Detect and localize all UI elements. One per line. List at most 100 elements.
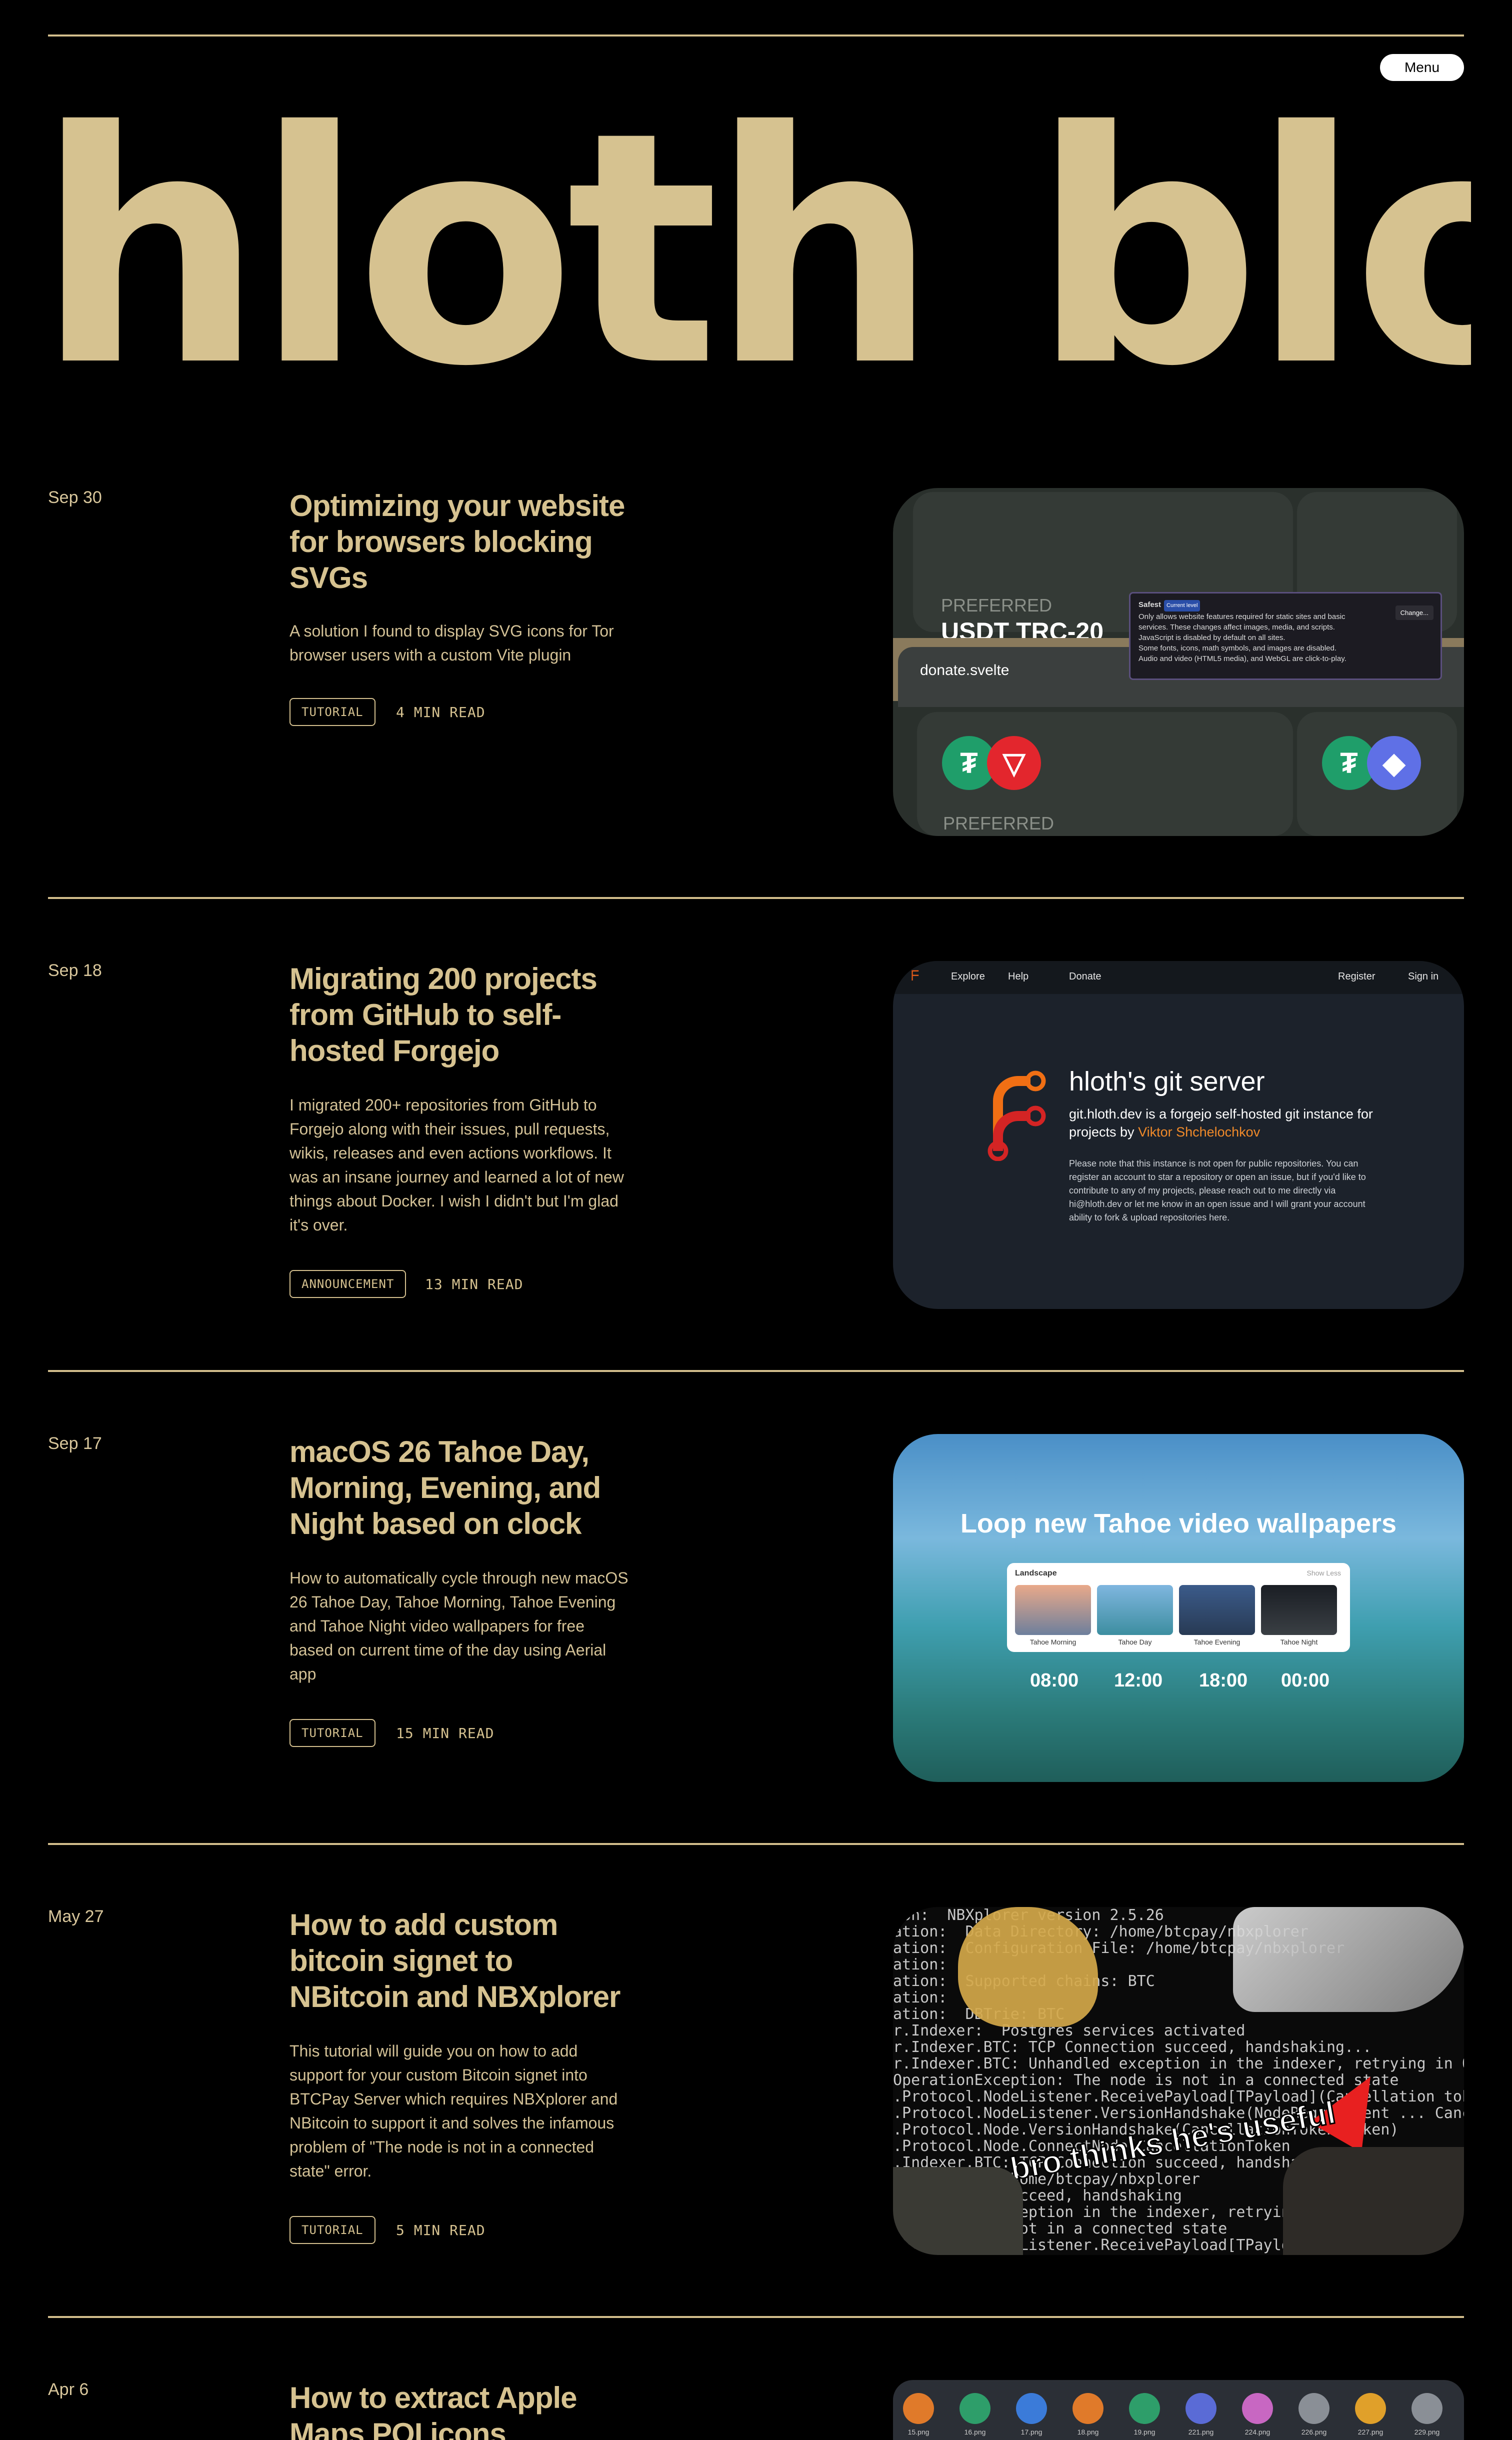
popup-title: Safest: [1138, 600, 1162, 609]
post-thumbnail[interactable]: ion: NBXplorer version 2.5.26 ation: Dat…: [893, 1907, 1464, 2255]
post-title[interactable]: How to add custom bitcoin signet to NBit…: [290, 1907, 630, 2015]
post-description: A solution I found to display SVG icons …: [290, 622, 614, 664]
wallpaper-heading: Loop new Tahoe video wallpapers: [960, 1508, 1397, 1538]
poi-caption: 18.png: [1077, 2428, 1099, 2436]
post-read-time: 5 MIN READ: [396, 2222, 486, 2238]
post-title[interactable]: macOS 26 Tahoe Day, Morning, Evening, an…: [290, 1434, 630, 1542]
poi-icon: [1129, 2393, 1160, 2424]
poi-caption: 15.png: [908, 2428, 930, 2436]
poi-icon: [1016, 2393, 1047, 2424]
wallpaper-tile: [1179, 1585, 1255, 1635]
poi-icon: [1298, 2393, 1330, 2424]
nav-register: Register: [1338, 971, 1376, 982]
post-tag[interactable]: TUTORIAL: [290, 1719, 376, 1747]
post-read-time: 15 MIN READ: [396, 1724, 494, 1742]
poi-icon: [1412, 2393, 1442, 2424]
post-thumbnail[interactable]: 15.png 16.png 17.png 18.png 19.png 221.png 224…: [893, 2380, 1464, 2440]
site-title[interactable]: hloth blog: [36, 75, 1471, 425]
post-card[interactable]: Apr 6 How to extract Apple Maps POI icon…: [0, 2380, 1512, 2440]
author-link: Viktor Shchelochkov: [1138, 1124, 1260, 1140]
poi-caption: 229.png: [1414, 2428, 1440, 2436]
post-title[interactable]: Optimizing your website for browsers blo…: [290, 488, 630, 596]
popup-item: JavaScript is disabled by default on all…: [1138, 634, 1286, 642]
rifle-image: [1283, 2147, 1464, 2255]
popup-item: Some fonts, icons, math symbols, and ima…: [1138, 644, 1337, 652]
nav-donate: Donate: [1069, 971, 1102, 982]
git-server-heading: hloth's git server: [1069, 1066, 1265, 1096]
git-server-note: Please note that this instance is not op…: [1069, 1158, 1366, 1222]
forgejo-logo-icon: ᖴ: [911, 968, 920, 984]
wallpaper-tile: [1261, 1585, 1337, 1635]
post-divider: [48, 897, 1464, 899]
post-description: How to automatically cycle through new m…: [290, 1569, 628, 1683]
poi-icon: [1186, 2393, 1216, 2424]
post-tag[interactable]: ANNOUNCEMENT: [290, 1270, 406, 1298]
tron-icon: ▽: [987, 736, 1041, 790]
tile-caption: Tahoe Morning: [1030, 1638, 1076, 1646]
popup-item: Audio and video (HTML5 media), and WebGL…: [1138, 654, 1346, 663]
forgejo-logo-icon: [988, 1070, 1046, 1161]
poi-caption: 17.png: [1020, 2428, 1042, 2436]
post-title[interactable]: Migrating 200 projects from GitHub to se…: [290, 961, 630, 1069]
post-read-time: 13 MIN READ: [425, 1276, 524, 1292]
editor-file-name: donate.svelte: [920, 662, 1010, 678]
post-divider: [48, 1370, 1464, 1372]
poi-icon: [903, 2393, 934, 2424]
poi-caption: 226.png: [1301, 2428, 1327, 2436]
post-card[interactable]: Sep 17 macOS 26 Tahoe Day, Morning, Even…: [0, 1434, 1512, 1854]
nav-explore: Explore: [951, 971, 985, 982]
meme-character-image: [1233, 1907, 1464, 2012]
rifle-image: [893, 2167, 1023, 2255]
post-card[interactable]: May 27 How to add custom bitcoin signet …: [0, 1907, 1512, 2327]
tile-caption: Tahoe Night: [1280, 1638, 1318, 1646]
time-label: 18:00: [1199, 1670, 1248, 1691]
wallpaper-tile: [1015, 1585, 1091, 1635]
post-date: Sep 17: [48, 1434, 102, 1453]
post-date: Sep 18: [48, 961, 102, 980]
poi-icon: [1355, 2393, 1386, 2424]
post-date: May 27: [48, 1907, 104, 1926]
panel-label: Landscape: [1015, 1569, 1057, 1578]
preferred-label: PREFERRED: [943, 813, 1054, 834]
nav-help: Help: [1008, 971, 1029, 982]
ethereum-icon: ◆: [1367, 736, 1421, 790]
post-tag[interactable]: TUTORIAL: [290, 698, 376, 726]
top-divider: [48, 34, 1464, 36]
popup-badge: Current level: [1164, 600, 1200, 612]
poi-icon: [960, 2393, 990, 2424]
poi-icon: [1242, 2393, 1273, 2424]
post-card[interactable]: Sep 18 Migrating 200 projects from GitHu…: [0, 961, 1512, 1381]
wallpaper-panel: Landscape Show Less Tahoe Morning Tahoe …: [1007, 1563, 1350, 1652]
security-level-popup: Safest Current level Only allows website …: [1129, 592, 1442, 680]
time-label: 00:00: [1281, 1670, 1330, 1691]
post-date: Apr 6: [48, 2380, 89, 2399]
change-button: Change...: [1395, 606, 1434, 620]
forgejo-navbar: ᖴ Explore Help Donate Register Sign in: [893, 961, 1464, 994]
post-thumbnail[interactable]: PREFERRED USDT TRC-20 donate.svelte ₮ ▽ …: [893, 488, 1464, 836]
post-date: Sep 30: [48, 488, 102, 507]
post-read-time: 4 MIN READ: [396, 704, 486, 720]
post-thumbnail[interactable]: ᖴ Explore Help Donate Register Sign in h…: [893, 961, 1464, 1309]
post-divider: [48, 1843, 1464, 1845]
poi-caption: 19.png: [1134, 2428, 1156, 2436]
post-description: I migrated 200+ repositories from GitHub…: [290, 1096, 624, 1234]
poi-caption: 224.png: [1244, 2428, 1270, 2436]
post-card[interactable]: Sep 30 Optimizing your website for brows…: [0, 488, 1512, 908]
git-server-subheading: git.hloth.dev is a forgejo self-hosted g…: [1069, 1105, 1409, 1141]
wallpaper-tile: [1097, 1585, 1173, 1635]
post-tag[interactable]: TUTORIAL: [290, 2216, 376, 2244]
preferred-label: PREFERRED: [941, 595, 1052, 616]
post-title[interactable]: How to extract Apple Maps POI icons symb…: [290, 2380, 630, 2440]
tile-caption: Tahoe Day: [1118, 1638, 1152, 1646]
post-divider: [48, 2316, 1464, 2318]
nav-sign-in: Sign in: [1408, 971, 1439, 982]
time-label: 12:00: [1114, 1670, 1163, 1691]
poi-caption: 227.png: [1358, 2428, 1384, 2436]
poi-caption: 221.png: [1188, 2428, 1214, 2436]
post-thumbnail[interactable]: Loop new Tahoe video wallpapers Landscap…: [893, 1434, 1464, 1782]
panel-action: Show Less: [1306, 1569, 1341, 1577]
poi-icon: [1072, 2393, 1104, 2424]
popup-text: Only allows website features required fo…: [1138, 612, 1346, 632]
poi-caption: 16.png: [964, 2428, 986, 2436]
time-label: 08:00: [1030, 1670, 1079, 1691]
